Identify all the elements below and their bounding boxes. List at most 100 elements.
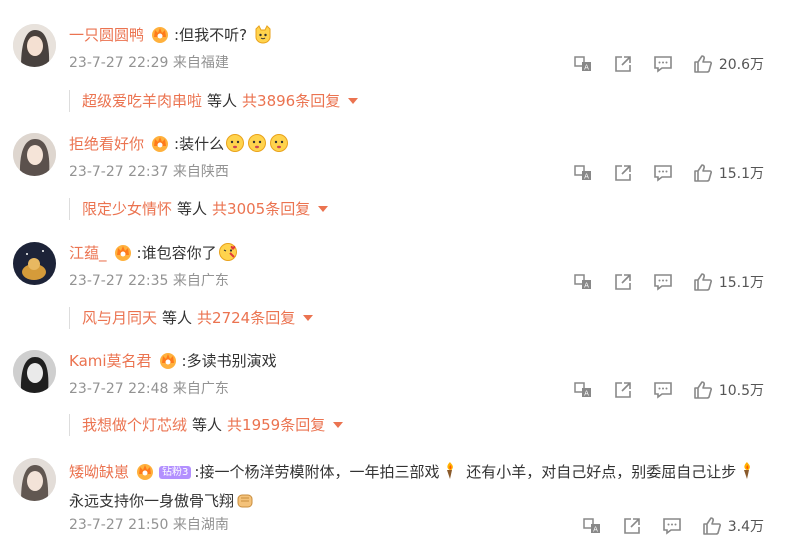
comment-meta: 23-7-27 22:37 来自陕西: [69, 162, 229, 182]
comment-text: :装什么: [174, 135, 225, 153]
caret-down-icon: [333, 422, 344, 428]
translate-button[interactable]: A: [573, 380, 593, 400]
comment-text: :接一个杨洋劳模附体，一年拍三部戏: [194, 463, 440, 481]
avatar[interactable]: [13, 350, 56, 393]
avatar[interactable]: [13, 458, 56, 501]
cat-emoji-icon: [253, 24, 273, 44]
like-button[interactable]: 3.4万: [702, 516, 764, 536]
translate-button[interactable]: A: [582, 516, 602, 536]
comment-location: 来自湖南: [172, 517, 229, 533]
share-button[interactable]: [613, 380, 633, 400]
share-button[interactable]: [613, 54, 633, 74]
comment-meta: 23-7-27 22:35 来自广东: [69, 271, 229, 291]
share-icon: [615, 382, 631, 398]
like-count: 15.1万: [718, 166, 764, 182]
comment-button[interactable]: [653, 54, 673, 74]
share-icon: [615, 274, 631, 290]
comment-actions: A 15.1万: [553, 162, 764, 184]
like-count: 3.4万: [727, 519, 764, 535]
vip-crown-icon: [150, 24, 170, 44]
comment-icon: [662, 518, 681, 535]
avatar[interactable]: [13, 133, 56, 176]
reply-summary[interactable]: 超级爱吃羊肉串啦 等人 共3896条回复: [69, 90, 359, 112]
reply-username[interactable]: 风与月同天: [82, 309, 157, 327]
username[interactable]: 矮呦缺崽: [69, 463, 129, 481]
comment-actions: A 15.1万: [553, 271, 764, 293]
reply-summary[interactable]: 风与月同天 等人 共2724条回复: [69, 307, 314, 329]
comment-text: :但我不听?: [174, 26, 248, 44]
comment-button[interactable]: [653, 380, 673, 400]
share-button[interactable]: [613, 163, 633, 183]
comment-text: :谁包容你了: [136, 244, 217, 262]
like-button[interactable]: 20.6万: [693, 54, 764, 74]
comment-button[interactable]: [653, 163, 673, 183]
thumbs-up-icon: [694, 55, 712, 73]
like-button[interactable]: 15.1万: [693, 163, 764, 183]
svg-text:A: A: [584, 173, 589, 181]
thumbs-up-icon: [694, 273, 712, 291]
comment-time: 23-7-27 22:35: [69, 273, 169, 289]
reply-count-link[interactable]: 共2724条回复: [197, 309, 295, 327]
reply-summary[interactable]: 我想做个灯芯绒 等人 共1959条回复: [69, 414, 344, 436]
translate-icon: A: [582, 518, 600, 534]
translate-button[interactable]: A: [573, 272, 593, 292]
comment-button[interactable]: [653, 272, 673, 292]
comment-feed: 一只圆圆鸭 :但我不听? 23-7-27 22:29 来自福建 A 20.6万 超…: [0, 0, 785, 557]
translate-button[interactable]: A: [573, 54, 593, 74]
comment-text-continued: 还有小羊，对自己好点，别委屈自己让步: [461, 463, 737, 481]
like-count: 20.6万: [718, 57, 764, 73]
like-count: 15.1万: [718, 275, 764, 291]
username[interactable]: Kami莫名君: [69, 352, 152, 370]
caret-down-icon: [318, 206, 329, 212]
like-count: 10.5万: [718, 383, 764, 399]
username[interactable]: 江蕴_: [69, 244, 107, 262]
translate-icon: A: [574, 382, 591, 398]
comment-icon: [654, 274, 672, 291]
thumbs-up-icon: [694, 381, 712, 399]
fan-level-badge: 钻粉3: [159, 466, 192, 479]
confused-face-emoji-icon: [247, 133, 267, 153]
username[interactable]: 拒绝看好你: [69, 135, 144, 153]
svg-text:A: A: [584, 64, 589, 72]
reply-count-link[interactable]: 共3005条回复: [212, 200, 310, 218]
reply-username[interactable]: 我想做个灯芯绒: [82, 416, 187, 434]
reply-and-others: 等人: [177, 200, 208, 218]
caret-down-icon: [303, 315, 314, 321]
comment-location: 来自广东: [172, 273, 229, 289]
reply-count-link[interactable]: 共3896条回复: [242, 92, 340, 110]
kiss-face-emoji-icon: [218, 242, 238, 262]
reply-and-others: 等人: [192, 416, 223, 434]
confused-face-emoji-icon: [269, 133, 289, 153]
comment-button[interactable]: [662, 516, 682, 536]
thumbs-up-icon: [694, 164, 712, 182]
comment-meta: 23-7-27 22:48 来自广东: [69, 379, 229, 399]
share-button[interactable]: [622, 516, 642, 536]
comment-meta: 23-7-27 21:50 来自湖南: [69, 515, 229, 535]
svg-text:A: A: [593, 526, 598, 534]
reply-and-others: 等人: [207, 92, 238, 110]
vip-crown-icon: [158, 350, 178, 370]
share-icon: [623, 518, 640, 534]
comment-time: 23-7-27 22:37: [69, 164, 169, 180]
avatar[interactable]: [13, 242, 56, 285]
svg-text:A: A: [584, 282, 589, 290]
fist-emoji-icon: [235, 490, 255, 510]
comment-location: 来自陕西: [172, 164, 229, 180]
reply-count-link[interactable]: 共1959条回复: [227, 416, 325, 434]
like-button[interactable]: 10.5万: [693, 380, 764, 400]
thumbs-up-icon: [702, 517, 721, 535]
reply-and-others: 等人: [162, 309, 193, 327]
username[interactable]: 一只圆圆鸭: [69, 26, 144, 44]
share-icon: [615, 165, 631, 181]
avatar[interactable]: [13, 24, 56, 67]
reply-summary[interactable]: 限定少女情怀 等人 共3005条回复: [69, 198, 329, 220]
reply-username[interactable]: 限定少女情怀: [82, 200, 172, 218]
like-button[interactable]: 15.1万: [693, 272, 764, 292]
reply-username[interactable]: 超级爱吃羊肉串啦: [82, 92, 202, 110]
vip-crown-icon: [150, 133, 170, 153]
comment-meta: 23-7-27 22:29 来自福建: [69, 53, 229, 73]
caret-down-icon: [348, 98, 359, 104]
share-button[interactable]: [613, 272, 633, 292]
translate-button[interactable]: A: [573, 163, 593, 183]
comment-location: 来自广东: [172, 381, 229, 397]
